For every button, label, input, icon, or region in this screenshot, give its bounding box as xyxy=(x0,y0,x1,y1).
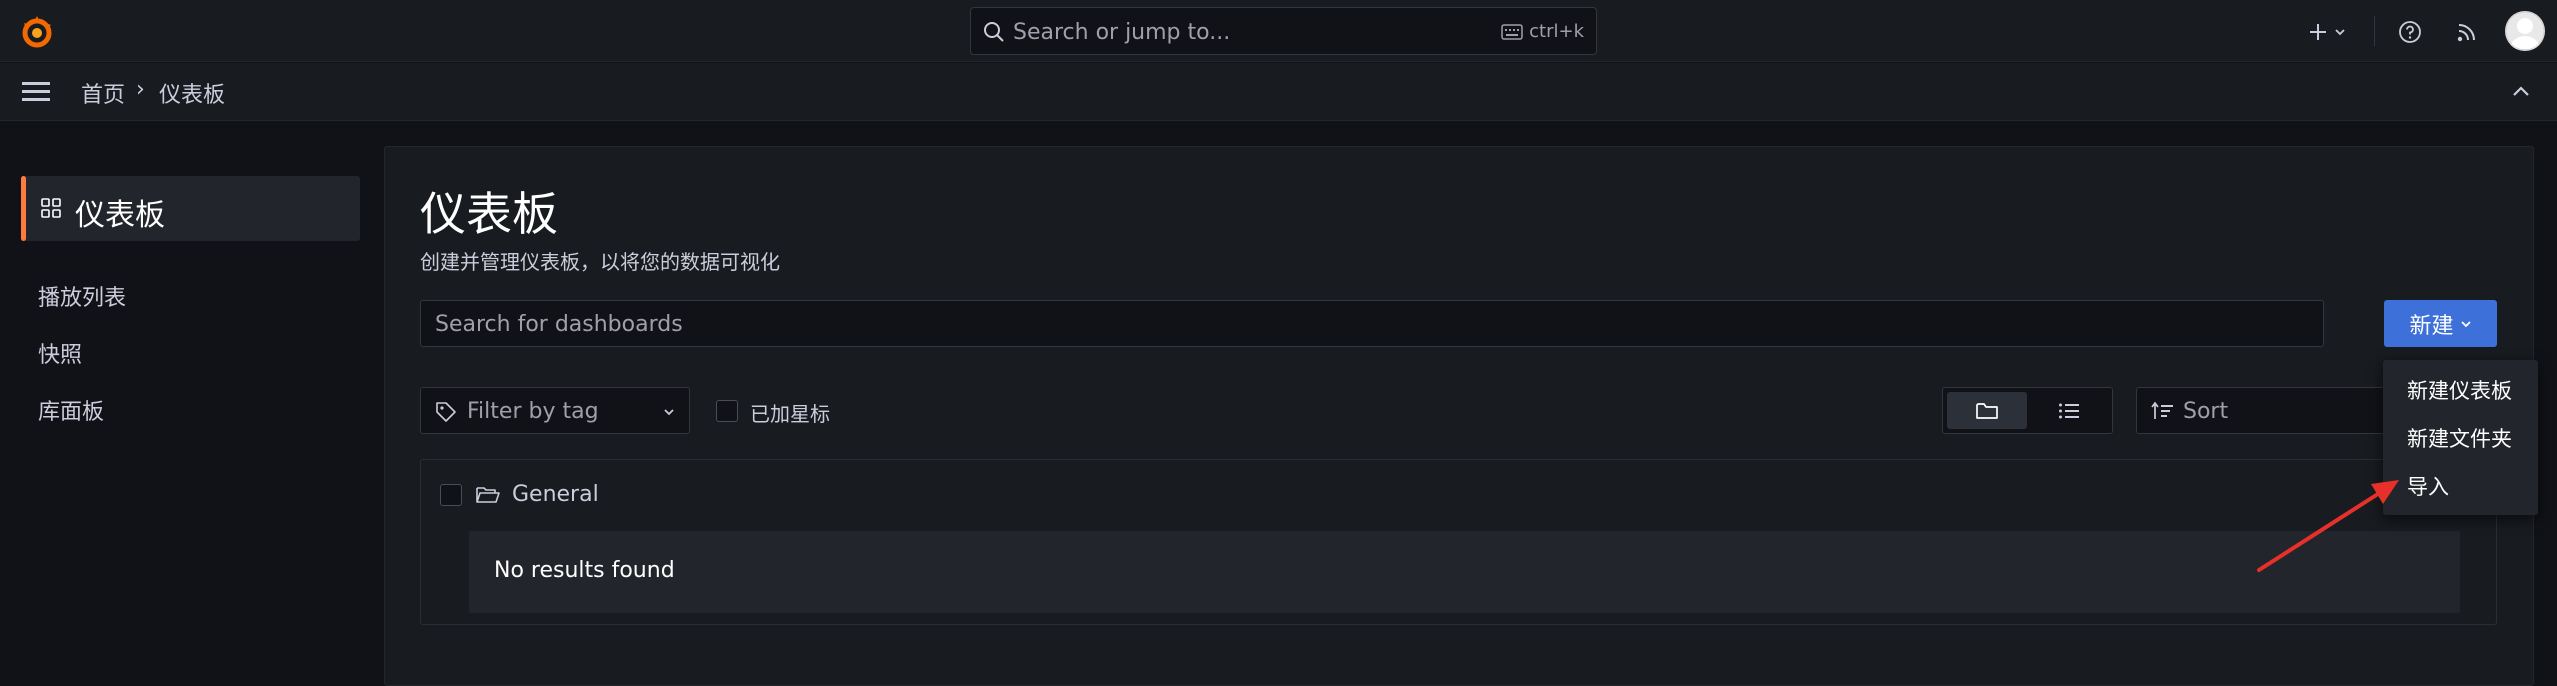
dashboard-search-placeholder: Search for dashboards xyxy=(435,312,683,337)
view-mode-toggle xyxy=(1942,387,2113,434)
menu-item-import[interactable]: 导入 xyxy=(2407,471,2449,501)
tag-filter-placeholder: Filter by tag xyxy=(467,399,599,424)
keyboard-icon xyxy=(1501,23,1523,40)
folder-view-button[interactable] xyxy=(1947,392,2027,429)
folder-icon xyxy=(1976,402,1998,420)
starred-checkbox[interactable] xyxy=(716,400,738,422)
sort-select[interactable]: Sort xyxy=(2136,387,2386,434)
chevron-down-icon xyxy=(663,406,675,418)
sort-icon xyxy=(2151,401,2175,421)
dashboard-search-input[interactable]: Search for dashboards xyxy=(420,300,2324,347)
hamburger-icon xyxy=(20,79,56,103)
keyboard-shortcut-hint: ctrl+k xyxy=(1501,21,1584,42)
apps-grid-icon xyxy=(41,198,61,218)
sidebar-item-library-panels[interactable]: 库面板 xyxy=(38,394,104,426)
collapse-header-button[interactable] xyxy=(2511,83,2531,99)
rss-icon xyxy=(2456,21,2478,43)
annotation-arrow-icon xyxy=(2257,480,2399,572)
help-button[interactable] xyxy=(2395,17,2425,47)
shortcut-text: ctrl+k xyxy=(1529,21,1584,42)
starred-label[interactable]: 已加星标 xyxy=(750,398,830,427)
add-new-button[interactable] xyxy=(2304,17,2350,47)
folder-checkbox[interactable] xyxy=(440,484,462,506)
breadcrumb-bar: 首页 › 仪表板 xyxy=(0,63,2557,121)
search-placeholder: Search or jump to... xyxy=(1013,20,1231,45)
sidebar-item-dashboards[interactable]: 仪表板 xyxy=(21,176,360,241)
menu-item-new-folder[interactable]: 新建文件夹 xyxy=(2407,423,2512,453)
chevron-up-icon xyxy=(2511,83,2531,99)
grafana-logo-icon[interactable] xyxy=(18,13,56,51)
search-icon xyxy=(983,21,1005,43)
folder-name[interactable]: General xyxy=(512,482,599,507)
sort-placeholder: Sort xyxy=(2183,399,2229,424)
new-button-label: 新建 xyxy=(2409,313,2454,339)
news-button[interactable] xyxy=(2452,17,2482,47)
active-indicator xyxy=(21,176,26,241)
tag-icon xyxy=(435,401,457,423)
folder-open-icon xyxy=(476,485,500,505)
chevron-down-icon xyxy=(2460,318,2472,330)
global-search-input[interactable]: Search or jump to... ctrl+k xyxy=(970,7,1597,55)
page-subtitle: 创建并管理仪表板，以将您的数据可视化 xyxy=(420,250,780,274)
topbar-divider xyxy=(2374,16,2375,46)
plus-icon xyxy=(2308,22,2328,42)
sidebar-active-label: 仪表板 xyxy=(75,198,165,233)
menu-item-new-dashboard[interactable]: 新建仪表板 xyxy=(2407,375,2512,405)
empty-state-text: No results found xyxy=(494,558,675,583)
empty-state: No results found xyxy=(469,531,2460,613)
breadcrumb-current: 仪表板 xyxy=(159,83,226,108)
help-icon xyxy=(2398,20,2422,44)
top-navbar: Search or jump to... ctrl+k xyxy=(0,0,2557,62)
page-title: 仪表板 xyxy=(420,187,558,241)
breadcrumb-home[interactable]: 首页 xyxy=(81,77,125,109)
new-dropdown-menu: 新建仪表板 新建文件夹 导入 xyxy=(2383,360,2538,515)
tag-filter-select[interactable]: Filter by tag xyxy=(420,387,690,434)
list-icon xyxy=(2058,402,2080,420)
menu-toggle-button[interactable] xyxy=(20,79,56,105)
breadcrumb-separator: › xyxy=(136,77,145,102)
new-button[interactable]: 新建 xyxy=(2384,300,2497,347)
sidebar-item-snapshots[interactable]: 快照 xyxy=(38,337,82,369)
chevron-down-icon xyxy=(2334,26,2346,38)
sidebar-item-playlists[interactable]: 播放列表 xyxy=(38,280,126,312)
list-view-button[interactable] xyxy=(2029,392,2109,429)
user-avatar[interactable] xyxy=(2505,11,2545,51)
